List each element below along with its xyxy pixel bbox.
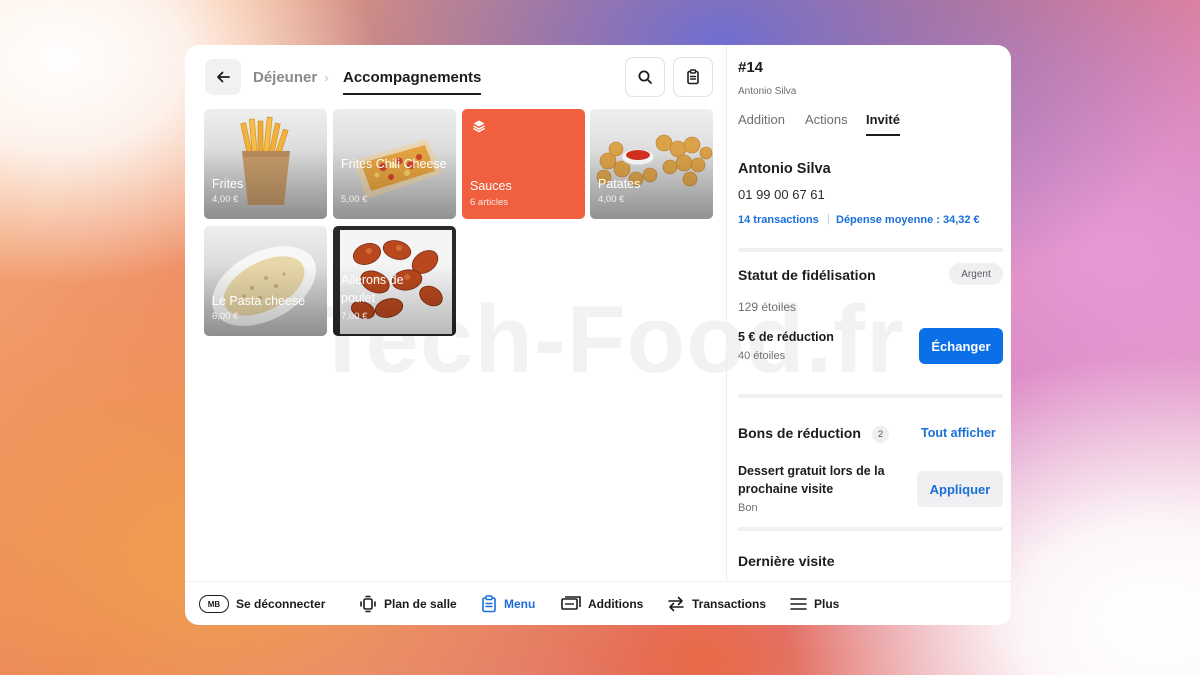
vouchers-count-badge: 2 <box>872 426 889 443</box>
order-customer: Antonio Silva <box>738 86 797 97</box>
nav-logout-label: Se déconnecter <box>236 597 326 611</box>
order-panel: #14 Antonio Silva Addition Actions Invit… <box>738 45 1003 581</box>
product-tile-frites[interactable]: Frites 4,00 € <box>204 109 327 219</box>
tile-name: Frites <box>212 177 244 191</box>
guest-name: Antonio Silva <box>738 161 831 177</box>
active-tab-underline <box>866 134 900 136</box>
tab-addition[interactable]: Addition <box>738 112 785 127</box>
back-button[interactable] <box>205 59 241 95</box>
transfer-arrows-icon <box>668 596 684 612</box>
guest-transactions-link[interactable]: 14 transactions <box>738 214 819 226</box>
nav-additions-label: Additions <box>588 597 644 611</box>
product-tile-frites-chili-cheese[interactable]: Frites Chili Cheese 5,00 € <box>333 109 456 219</box>
floor-plan-icon <box>360 595 376 613</box>
tab-invite[interactable]: Invité <box>866 112 900 127</box>
tab-actions[interactable]: Actions <box>805 112 848 127</box>
breadcrumb-parent[interactable]: Déjeuner <box>253 69 317 86</box>
section-divider <box>738 527 1003 531</box>
product-tile-patates[interactable]: Patates 4,00 € <box>590 109 713 219</box>
search-button[interactable] <box>625 57 665 97</box>
bills-icon <box>561 596 581 610</box>
order-number: #14 <box>738 59 764 76</box>
tile-price: 6,00 € <box>212 311 239 322</box>
nav-additions[interactable]: Additions <box>561 582 643 625</box>
tile-price: 6 articles <box>470 197 509 208</box>
tile-name: Patates <box>598 177 641 191</box>
voucher-type: Bon <box>738 502 758 514</box>
panel-divider <box>726 45 727 581</box>
show-all-vouchers-link[interactable]: Tout afficher <box>921 426 996 440</box>
bottom-navigation: MB Se déconnecter Plan de salle Menu Add… <box>185 581 1011 625</box>
stat-separator: | <box>827 213 830 225</box>
redeem-button[interactable]: Échanger <box>919 328 1003 364</box>
menu-panel: Déjeuner › Accompagnements Tech-Food.fr <box>185 45 903 581</box>
tile-name: Le Pasta cheese <box>212 294 306 308</box>
hamburger-icon <box>790 598 807 610</box>
layers-icon <box>473 120 485 133</box>
tile-name: Ailerons de poulet <box>341 273 404 305</box>
nav-more[interactable]: Plus <box>790 582 839 625</box>
nav-menu-label: Menu <box>504 597 536 611</box>
loyalty-stars: 129 étoiles <box>738 300 797 314</box>
loyalty-tier-badge: Argent <box>949 263 1003 285</box>
tile-name: Sauces <box>470 179 512 193</box>
loyalty-title: Statut de fidélisation <box>738 267 876 283</box>
breadcrumb-separator: › <box>324 69 329 85</box>
product-tile-ailerons-de-poulet[interactable]: Ailerons de poulet 7,00 € <box>333 226 456 336</box>
guest-phone: 01 99 00 67 61 <box>738 187 825 202</box>
tile-name: Frites Chili Cheese <box>341 157 447 171</box>
tile-price: 7,00 € <box>341 311 368 322</box>
nav-floor-plan[interactable]: Plan de salle <box>359 582 457 625</box>
menu-clipboard-icon <box>482 595 496 613</box>
nav-floor-plan-label: Plan de salle <box>384 597 457 611</box>
order-list-button[interactable] <box>673 57 713 97</box>
vouchers-title: Bons de réduction <box>738 425 861 441</box>
product-tile-le-pasta-cheese[interactable]: Le Pasta cheese 6,00 € <box>204 226 327 336</box>
nav-transactions-label: Transactions <box>692 597 767 611</box>
avatar: MB <box>199 595 229 613</box>
nav-logout[interactable]: MB Se déconnecter <box>199 582 325 625</box>
nav-more-label: Plus <box>814 597 840 611</box>
section-divider <box>738 394 1003 398</box>
tile-price: 4,00 € <box>212 194 239 205</box>
reward-title: 5 € de réduction <box>738 330 834 344</box>
tile-price: 5,00 € <box>341 194 368 205</box>
voucher-title-line2: prochaine visite <box>738 482 834 496</box>
nav-menu[interactable]: Menu <box>481 582 535 625</box>
arrow-left-icon <box>217 71 230 83</box>
tile-price: 4,00 € <box>598 194 625 205</box>
last-visit-title: Dernière visite <box>738 553 835 569</box>
clipboard-icon <box>687 69 699 85</box>
breadcrumb-current: Accompagnements <box>343 69 482 86</box>
pos-window: Déjeuner › Accompagnements Tech-Food.fr <box>185 45 1011 625</box>
section-divider <box>738 248 1003 252</box>
breadcrumb-underline <box>343 93 481 95</box>
guest-average-spend: Dépense moyenne : 34,32 € <box>836 214 980 226</box>
reward-cost: 40 étoiles <box>738 350 786 362</box>
search-icon <box>638 70 652 84</box>
voucher-title-line1: Dessert gratuit lors de la <box>738 464 885 478</box>
category-tile-sauces[interactable]: Sauces 6 articles <box>462 109 585 219</box>
apply-voucher-button[interactable]: Appliquer <box>917 471 1003 507</box>
nav-transactions[interactable]: Transactions <box>667 582 766 625</box>
